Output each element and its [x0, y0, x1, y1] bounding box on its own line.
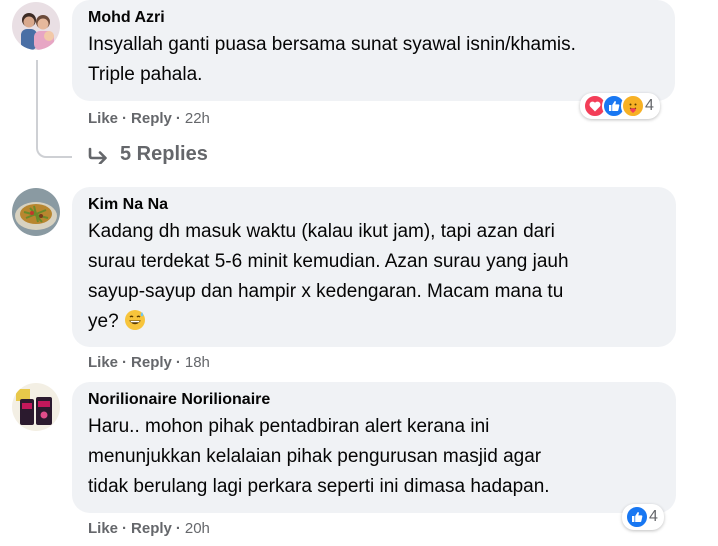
comment-text: Haru.. mohon pihak pentadbiran alert ker… [88, 412, 662, 502]
comment-text-line: ye? [88, 311, 119, 332]
comment-text-line: Insyallah ganti puasa bersama sunat syaw… [88, 34, 576, 55]
comment-text-line: tidak berulang lagi perkara seperti ini … [88, 476, 550, 497]
like-button[interactable]: Like [88, 354, 118, 371]
comment-text-line: Haru.. mohon pihak pentadbiran alert ker… [88, 416, 490, 437]
comment-bubble: Kim Na Na Kadang dh masuk waktu (kalau i… [72, 187, 676, 347]
grinning-sweat-emoji [124, 309, 146, 341]
replies-count-label[interactable]: 5 Replies [120, 143, 208, 166]
separator-dot: · [122, 520, 128, 537]
reaction-count: 4 [645, 97, 654, 114]
reply-arrow-icon [88, 147, 107, 164]
comment-text-line: sayup-sayup dan hampir x kedengaran. Mac… [88, 281, 564, 302]
comment-actions: Like · Reply · 20h [88, 520, 210, 537]
separator-dot: · [175, 110, 181, 127]
reply-button[interactable]: Reply [131, 354, 172, 371]
reply-button[interactable]: Reply [131, 520, 172, 537]
avatar-mohd-azri[interactable] [12, 2, 60, 50]
like-button[interactable]: Like [88, 110, 118, 127]
avatar-norilionaire[interactable] [12, 383, 60, 431]
comment-text: Insyallah ganti puasa bersama sunat syaw… [88, 30, 661, 90]
separator-dot: · [175, 354, 181, 371]
comment-bubble: Norilionaire Norilionaire Haru.. mohon p… [72, 382, 676, 513]
comment-timestamp[interactable]: 18h [185, 354, 210, 371]
comment-text-line: menunjukkan kelalaian pihak pengurusan m… [88, 446, 542, 467]
reaction-summary[interactable]: 4 [622, 504, 664, 530]
comment-text-line: Kadang dh masuk waktu (kalau ikut jam), … [88, 221, 555, 242]
separator-dot: · [122, 354, 128, 371]
comment-timestamp[interactable]: 22h [185, 110, 210, 127]
comment-timestamp[interactable]: 20h [185, 520, 210, 537]
comment-text: Kadang dh masuk waktu (kalau ikut jam), … [88, 217, 662, 341]
comment-text-line: surau terdekat 5-6 minit kemudian. Azan … [88, 251, 569, 272]
separator-dot: · [122, 110, 128, 127]
comment-author[interactable]: Norilionaire Norilionaire [88, 390, 662, 410]
thread-connector-vertical [36, 60, 38, 148]
care-icon [621, 94, 645, 118]
avatar-kim-na-na[interactable] [12, 188, 60, 236]
comment-bubble: Mohd Azri Insyallah ganti puasa bersama … [72, 0, 675, 101]
reply-button[interactable]: Reply [131, 110, 172, 127]
reaction-summary[interactable]: 4 [580, 93, 660, 119]
comment-actions: Like · Reply · 18h [88, 354, 210, 371]
comment-author[interactable]: Mohd Azri [88, 8, 661, 28]
like-button[interactable]: Like [88, 520, 118, 537]
comment-text-line: Triple pahala. [88, 64, 203, 85]
comment-actions: Like · Reply · 22h [88, 110, 210, 127]
comment-author[interactable]: Kim Na Na [88, 195, 662, 215]
like-icon [625, 505, 649, 529]
thread-connector-curve [36, 146, 72, 158]
view-replies-link[interactable]: 5 Replies [88, 143, 208, 166]
comment-text-last-line: ye? [88, 307, 662, 341]
reaction-count: 4 [649, 508, 658, 525]
separator-dot: · [175, 520, 181, 537]
